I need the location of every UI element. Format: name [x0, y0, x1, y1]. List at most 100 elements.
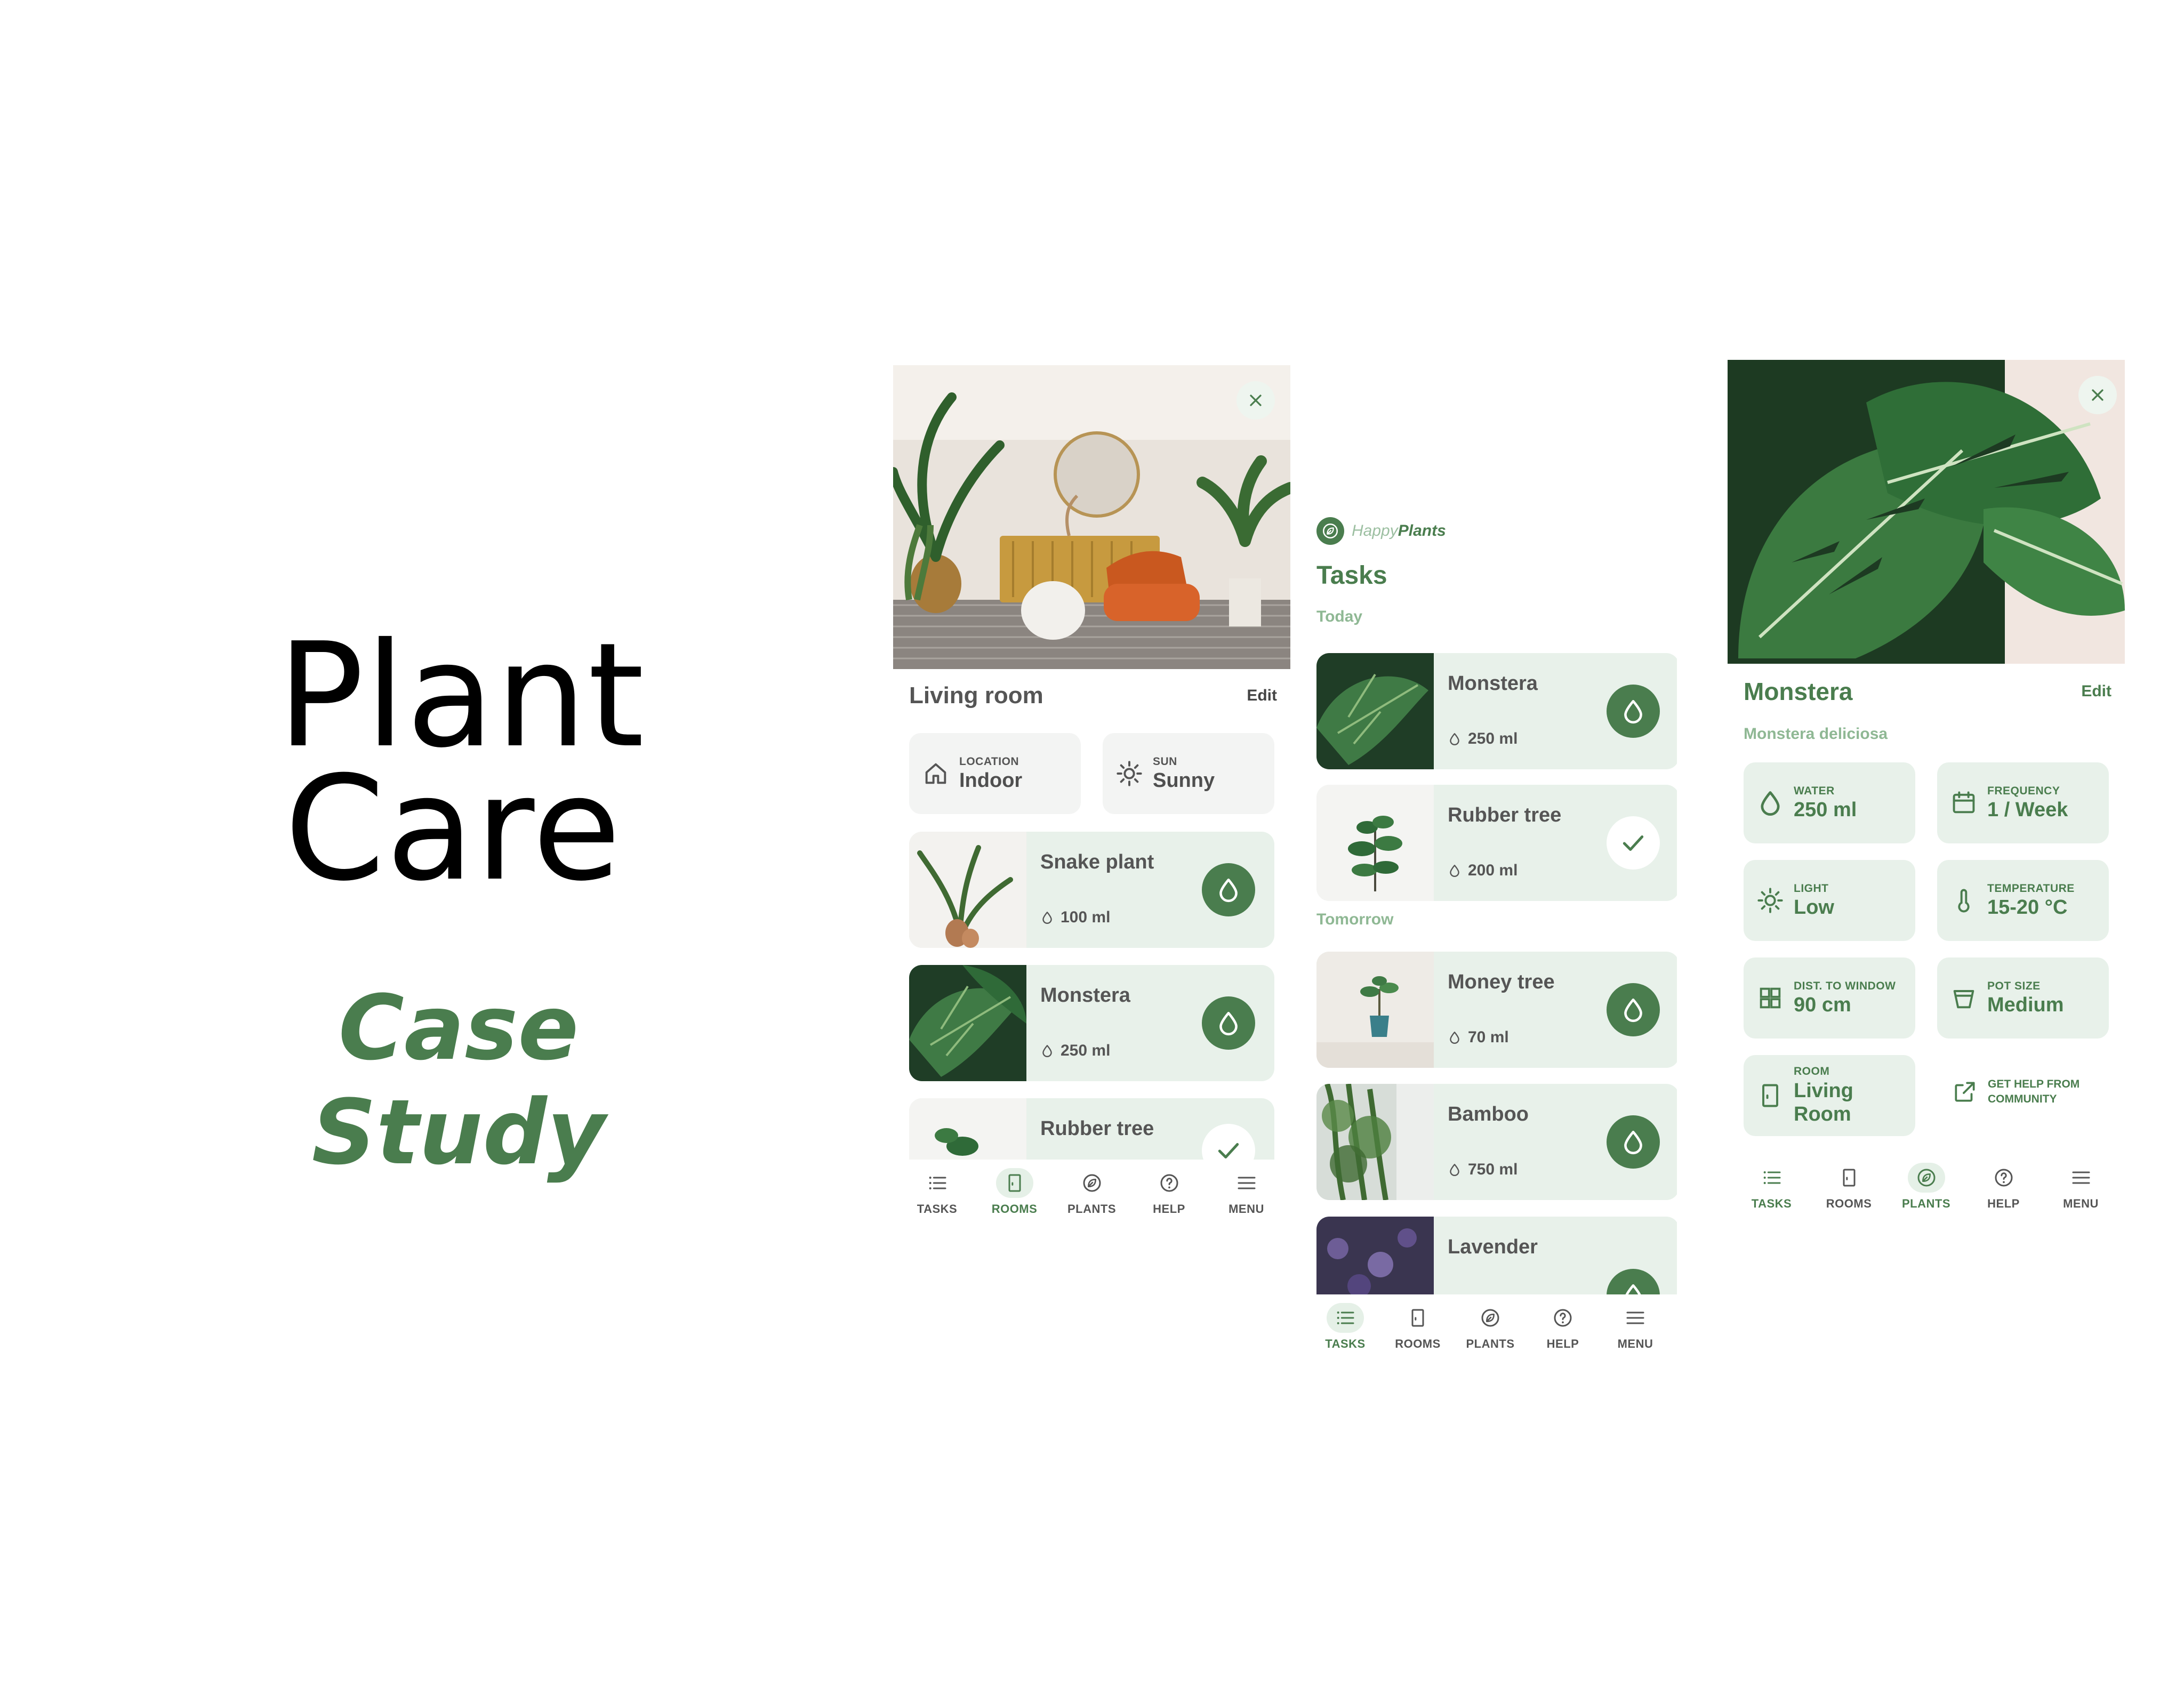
- water-drop-icon: [1448, 1031, 1462, 1044]
- pot-icon: [1950, 984, 1978, 1012]
- water-button[interactable]: [1202, 863, 1255, 916]
- water-button[interactable]: [1607, 1115, 1660, 1169]
- bottom-nav: TASKS ROOMS PLANTS HELP MENU: [1728, 1154, 2125, 1224]
- nav-plants[interactable]: PLANTS: [1454, 1294, 1527, 1365]
- list-icon: [1335, 1307, 1356, 1329]
- task-card-rubber-tree[interactable]: Rubber tree 200 ml: [1316, 785, 1677, 901]
- nav-tasks[interactable]: TASKS: [1309, 1294, 1382, 1365]
- task-card-bamboo[interactable]: Bamboo 750 ml: [1316, 1084, 1677, 1200]
- nav-rooms[interactable]: ROOMS: [1382, 1294, 1454, 1365]
- calendar-icon: [1950, 789, 1978, 817]
- plant-latin-name: Monstera deliciosa: [1744, 725, 1888, 743]
- water-amount: 250 ml: [1061, 1042, 1111, 1059]
- hero-subtitle: Case Study: [311, 976, 606, 1185]
- menu-icon: [2070, 1167, 2092, 1188]
- leaf-icon: [1916, 1167, 1937, 1188]
- room-chip[interactable]: ROOM Living Room: [1744, 1055, 1915, 1136]
- nav-tasks[interactable]: TASKS: [1735, 1154, 1809, 1224]
- nav-menu[interactable]: MENU: [1209, 1160, 1284, 1224]
- app-logo: Happy Plants: [1316, 517, 1446, 545]
- water-amount: 250 ml: [1468, 730, 1518, 747]
- water-button[interactable]: [1607, 983, 1660, 1036]
- monstera-hero-photo: [1728, 360, 2125, 664]
- door-icon: [1004, 1172, 1025, 1194]
- tomorrow-label: Tomorrow: [1316, 911, 1394, 928]
- tasks-screen: Happy Plants Tasks Today Monstera 250 ml …: [1304, 501, 1677, 1365]
- water-drop-icon: [1756, 789, 1784, 817]
- frequency-chip: FREQUENCY 1 / Week: [1937, 762, 2109, 843]
- water-drop-icon: [1040, 911, 1054, 924]
- hero-title: Plant Care: [277, 611, 646, 901]
- edit-button[interactable]: Edit: [1247, 687, 1277, 705]
- plant-name: Rubber tree: [1448, 804, 1562, 826]
- nav-help[interactable]: HELP: [1966, 1154, 2041, 1224]
- water-drop-icon: [1215, 876, 1242, 903]
- close-icon: [1246, 391, 1265, 410]
- plant-name: Lavender: [1448, 1236, 1538, 1258]
- water-button[interactable]: [1607, 685, 1660, 738]
- money-tree-photo: [1316, 952, 1434, 1068]
- task-card-monstera[interactable]: Monstera 250 ml: [1316, 653, 1677, 769]
- location-value: Indoor: [959, 769, 1023, 792]
- nav-rooms[interactable]: ROOMS: [977, 1160, 1052, 1224]
- nav-menu[interactable]: MENU: [1599, 1294, 1672, 1365]
- hero-title-line1: Plant: [277, 611, 646, 779]
- task-card-money-tree[interactable]: Money tree 70 ml: [1316, 952, 1677, 1068]
- bottom-nav: TASKS ROOMS PLANTS HELP MENU: [893, 1160, 1290, 1224]
- list-icon: [1761, 1167, 1782, 1188]
- leaf-icon: [1081, 1172, 1103, 1194]
- water-drop-icon: [1448, 1163, 1462, 1177]
- water-drop-icon: [1448, 732, 1462, 746]
- nav-tasks[interactable]: TASKS: [900, 1160, 975, 1224]
- room-title: Living room: [909, 682, 1043, 709]
- monstera-photo: [1316, 653, 1434, 769]
- snake-plant-photo: [909, 832, 1026, 948]
- sun-value: Sunny: [1153, 769, 1215, 792]
- plant-card-monstera[interactable]: Monstera 250 ml: [909, 965, 1274, 1081]
- menu-icon: [1236, 1172, 1257, 1194]
- thermometer-icon: [1950, 887, 1978, 914]
- nav-rooms[interactable]: ROOMS: [1812, 1154, 1886, 1224]
- nav-plants[interactable]: PLANTS: [1889, 1154, 1964, 1224]
- close-icon: [2088, 385, 2107, 405]
- nav-help[interactable]: HELP: [1132, 1160, 1207, 1224]
- location-chip: LOCATION Indoor: [909, 733, 1081, 814]
- water-button[interactable]: [1202, 996, 1255, 1050]
- living-room-photo: [893, 365, 1290, 669]
- plant-title: Monstera: [1744, 678, 1853, 705]
- menu-icon: [1625, 1307, 1646, 1329]
- list-icon: [927, 1172, 948, 1194]
- edit-button[interactable]: Edit: [2081, 682, 2111, 701]
- pot-size-chip: POT SIZE Medium: [1937, 957, 2109, 1039]
- nav-menu[interactable]: MENU: [2044, 1154, 2118, 1224]
- sun-icon: [1756, 887, 1784, 914]
- nav-help[interactable]: HELP: [1527, 1294, 1599, 1365]
- bottom-nav: TASKS ROOMS PLANTS HELP MENU: [1304, 1294, 1677, 1365]
- leaf-icon: [1480, 1307, 1501, 1329]
- today-label: Today: [1316, 608, 1363, 625]
- water-drop-icon: [1620, 698, 1647, 725]
- plant-name: Snake plant: [1040, 851, 1154, 873]
- sun-label: SUN: [1153, 755, 1177, 768]
- house-icon: [922, 760, 950, 787]
- plant-name: Bamboo: [1448, 1103, 1529, 1125]
- nav-plants[interactable]: PLANTS: [1055, 1160, 1129, 1224]
- close-button[interactable]: [1236, 381, 1275, 420]
- water-drop-icon: [1040, 1044, 1054, 1058]
- water-amount: 70 ml: [1468, 1028, 1509, 1046]
- monstera-photo: [909, 965, 1026, 1081]
- light-chip: LIGHT Low: [1744, 860, 1915, 941]
- door-icon: [1407, 1307, 1428, 1329]
- plant-card-snake-plant[interactable]: Snake plant 100 ml: [909, 832, 1274, 948]
- close-button[interactable]: [2078, 376, 2117, 414]
- door-icon: [1756, 1082, 1784, 1109]
- bamboo-photo: [1316, 1084, 1434, 1200]
- rooms-screen: Living room Edit LOCATION Indoor SUN Sun…: [893, 365, 1290, 1224]
- done-button[interactable]: [1607, 816, 1660, 870]
- window-icon: [1756, 984, 1784, 1012]
- check-icon: [1620, 830, 1647, 856]
- window-distance-chip: DIST. TO WINDOW 90 cm: [1744, 957, 1915, 1039]
- water-drop-icon: [1620, 1129, 1647, 1155]
- community-help-link[interactable]: GET HELP FROM COMMUNITY: [1952, 1077, 2079, 1107]
- water-drop-icon: [1620, 996, 1647, 1023]
